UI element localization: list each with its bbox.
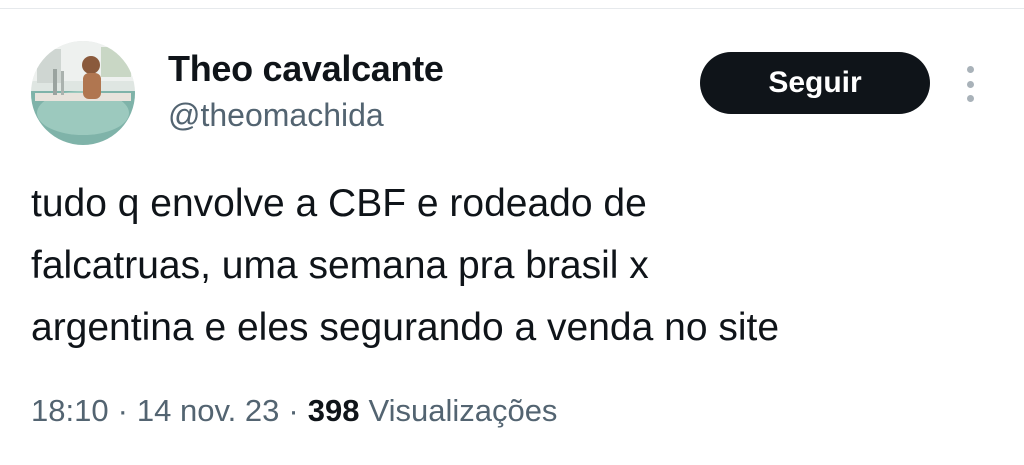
top-divider	[0, 0, 1024, 9]
tweet-text: tudo q envolve a CBF e rodeado de falcat…	[31, 173, 991, 359]
avatar[interactable]	[31, 41, 135, 145]
meta-separator: ·	[117, 393, 128, 428]
tweet-text-line: tudo q envolve a CBF e rodeado de	[31, 182, 647, 225]
tweet-text-line: argentina e eles segurando a venda no si…	[31, 306, 780, 349]
more-dot	[966, 66, 974, 73]
author-display-name[interactable]: Theo cavalcante	[168, 48, 444, 90]
more-vertical-icon[interactable]	[960, 66, 980, 102]
views-count: 398	[307, 393, 360, 428]
tweet-card: Theo cavalcante @theomachida Seguir tudo…	[0, 0, 1024, 465]
avatar-image	[31, 41, 135, 145]
tweet-text-line: falcatruas, uma semana pra brasil x	[31, 244, 649, 287]
tweet-time[interactable]: 18:10	[31, 393, 109, 429]
author-handle[interactable]: @theomachida	[168, 97, 384, 134]
meta-separator: ·	[288, 393, 299, 428]
tweet-date[interactable]: 14 nov. 23	[137, 393, 279, 429]
follow-button[interactable]: Seguir	[700, 52, 930, 114]
more-dot	[966, 95, 974, 102]
views-label[interactable]: Visualizações	[368, 393, 557, 429]
more-dot	[966, 80, 974, 88]
tweet-meta: 18:10 · 14 nov. 23 · 398 Visualizações	[31, 393, 557, 429]
